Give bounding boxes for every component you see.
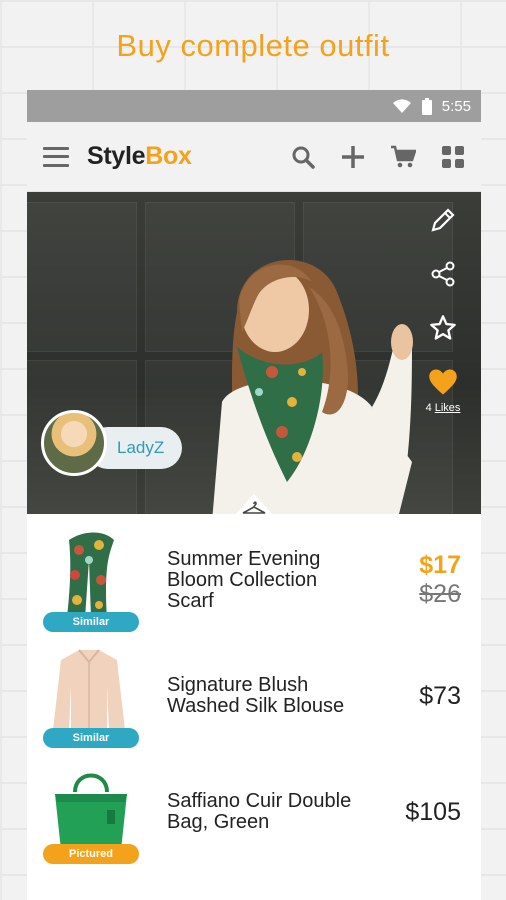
star-icon[interactable] (427, 312, 459, 344)
avatar[interactable] (41, 410, 107, 476)
heart-icon[interactable] (427, 366, 459, 398)
status-bar: 5:55 (27, 90, 481, 122)
phone-screen: 5:55 StyleBox 4 Likes LadyZ Similar Summ… (27, 90, 481, 900)
product-thumbnail[interactable]: Similar (27, 638, 167, 754)
likes-label[interactable]: 4 Likes (426, 402, 461, 414)
brand-box: Box (145, 142, 192, 170)
product-list: Similar Summer Evening Bloom Collection … (27, 514, 481, 870)
brand-style: Style (87, 142, 146, 170)
search-icon[interactable] (289, 143, 317, 171)
cart-icon[interactable] (389, 143, 417, 171)
product-name: Saffiano Cuir Double Bag, Green (167, 790, 352, 833)
product-thumbnail[interactable]: Pictured (27, 754, 167, 870)
similar-tag[interactable]: Similar (43, 728, 139, 748)
similar-tag[interactable]: Similar (43, 612, 139, 632)
battery-icon (421, 97, 432, 115)
grid-icon[interactable] (439, 143, 467, 171)
scarf-image (67, 532, 114, 618)
pictured-tag[interactable]: Pictured (43, 844, 139, 864)
user-chip[interactable]: LadyZ (41, 410, 183, 476)
plus-icon[interactable] (339, 143, 367, 171)
outfit-photo[interactable]: 4 Likes LadyZ (27, 192, 481, 514)
sale-price: $17 (419, 551, 461, 579)
product-name: Signature Blush Washed Silk Blouse (167, 674, 345, 717)
app-brand: StyleBox (87, 142, 192, 171)
blouse-image (53, 649, 125, 732)
original-price: $26 (419, 580, 461, 608)
promo-title: Buy complete outfit (116, 28, 390, 63)
model-image (212, 259, 413, 514)
bag-image (55, 773, 127, 850)
wifi-icon (392, 98, 412, 114)
product-name: Summer Evening Bloom Collection Scarf (167, 547, 321, 612)
app-bar: StyleBox (27, 122, 481, 192)
product-thumbnail[interactable]: Similar (27, 522, 167, 638)
menu-icon[interactable] (43, 146, 69, 167)
price: $73 (419, 681, 461, 710)
product-row-scarf[interactable]: Similar Summer Evening Bloom Collection … (27, 522, 481, 638)
likes-count: 4 (425, 402, 432, 414)
share-icon[interactable] (427, 258, 459, 290)
price: $105 (405, 797, 461, 826)
status-time: 5:55 (441, 97, 471, 115)
product-row-blouse[interactable]: Similar Signature Blush Washed Silk Blou… (27, 638, 481, 754)
likes-text: Likes (434, 402, 461, 414)
pencil-icon[interactable] (427, 204, 459, 236)
product-row-bag[interactable]: Pictured Saffiano Cuir Double Bag, Green… (27, 754, 481, 870)
